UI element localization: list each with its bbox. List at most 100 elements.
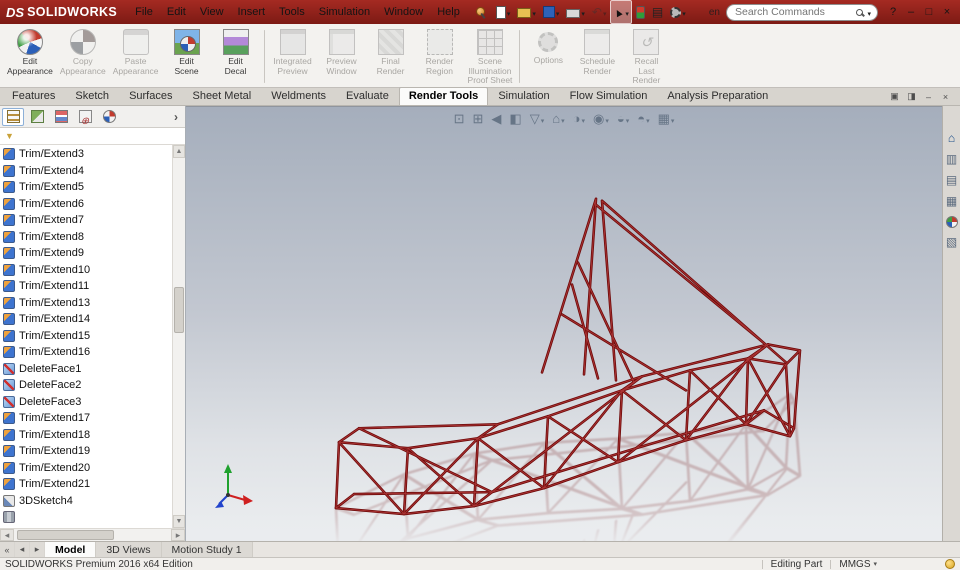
apply-scene-icon[interactable]: ◓ xyxy=(637,110,649,128)
search-input[interactable] xyxy=(733,5,854,19)
commandmanager-tab[interactable]: Simulation xyxy=(488,87,559,105)
open-button[interactable] xyxy=(514,0,539,24)
commandmanager-tab[interactable]: Evaluate xyxy=(336,87,399,105)
display-pane-button[interactable]: ◨ xyxy=(905,91,918,102)
print-button[interactable] xyxy=(563,0,588,24)
menu-item[interactable]: View xyxy=(193,3,231,21)
configurationmanager-tab[interactable] xyxy=(50,108,72,126)
feature-tree-item[interactable]: Trim/Extend10 xyxy=(3,262,172,279)
dropdown-arrow-icon[interactable] xyxy=(532,3,536,21)
ribbon-button[interactable] xyxy=(519,30,521,83)
scroll-thumb[interactable] xyxy=(17,530,115,540)
feature-tree-item[interactable]: Trim/Extend6 xyxy=(3,196,172,213)
tree-horizontal-scrollbar[interactable] xyxy=(0,528,185,541)
close-pane-button[interactable]: × xyxy=(939,92,952,102)
commandmanager-tab[interactable]: Render Tools xyxy=(398,87,489,105)
feature-tree-item[interactable]: DeleteFace1 xyxy=(3,361,172,378)
menu-item[interactable]: Simulation xyxy=(312,3,377,21)
search-commands-box[interactable] xyxy=(726,3,878,21)
tree-vertical-scrollbar[interactable] xyxy=(172,145,185,528)
expand-pane-button[interactable]: ▣ xyxy=(888,91,901,102)
save-button[interactable] xyxy=(540,0,563,24)
search-icon[interactable] xyxy=(856,8,864,16)
dropdown-arrow-icon[interactable] xyxy=(682,3,686,21)
menu-item[interactable]: File xyxy=(128,3,160,21)
menu-item[interactable]: Tools xyxy=(272,3,312,21)
scroll-down-arrow[interactable] xyxy=(173,515,185,528)
zoom-area-icon[interactable]: ⊞ xyxy=(473,111,484,127)
custom-properties-icon[interactable]: ▧ xyxy=(946,236,957,249)
feature-tree-item[interactable]: Trim/Extend7 xyxy=(3,212,172,229)
ribbon-button[interactable]: Final Render xyxy=(367,26,415,87)
scroll-thumb[interactable] xyxy=(174,286,184,333)
feature-tree-item[interactable]: Trim/Extend18 xyxy=(3,427,172,444)
feature-tree-item[interactable] xyxy=(3,509,172,526)
commandmanager-tab[interactable]: Features xyxy=(2,87,65,105)
feature-tree-item[interactable]: DeleteFace2 xyxy=(3,377,172,394)
display-style-icon[interactable]: ◑ xyxy=(573,110,585,128)
commandmanager-tab[interactable]: Surfaces xyxy=(119,87,182,105)
section-view-icon[interactable]: ◧ xyxy=(509,111,521,127)
edit-appearance-icon[interactable]: ◒ xyxy=(617,110,629,128)
quick-tips-icon[interactable] xyxy=(945,559,955,569)
prev-tab-button[interactable]: ◂ xyxy=(15,542,30,557)
zoom-fit-icon[interactable]: ⊡ xyxy=(454,111,465,127)
design-library-icon[interactable]: ▥ xyxy=(946,153,957,166)
document-tab[interactable]: Model xyxy=(45,542,97,557)
feature-tree-item[interactable]: Trim/Extend17 xyxy=(3,410,172,427)
ribbon-button[interactable]: Scene Illumination Proof Sheet xyxy=(465,26,516,87)
minimize-pane-button[interactable]: – xyxy=(922,92,935,102)
ribbon-button[interactable]: Integrated Preview xyxy=(269,26,317,87)
dimxpert-tab[interactable] xyxy=(74,108,96,126)
dropdown-arrow-icon[interactable] xyxy=(507,3,511,21)
feature-tree-item[interactable]: Trim/Extend15 xyxy=(3,328,172,345)
view-settings-icon[interactable]: ▦ xyxy=(658,110,675,128)
units-selector[interactable]: MMGS ▾ xyxy=(839,559,877,570)
feature-tree-item[interactable]: Trim/Extend9 xyxy=(3,245,172,262)
dropdown-arrow-icon[interactable] xyxy=(581,3,585,21)
scroll-left-arrow[interactable] xyxy=(0,529,14,541)
dropdown-arrow-icon[interactable] xyxy=(625,3,629,21)
document-tab[interactable]: 3D Views xyxy=(96,542,162,557)
ribbon-button[interactable]: Edit Decal xyxy=(212,26,260,87)
panel-flyout-arrow[interactable]: › xyxy=(169,110,183,124)
ribbon-button[interactable]: Options xyxy=(524,26,572,87)
ribbon-button[interactable]: Edit Scene xyxy=(163,26,211,87)
feature-tree-item[interactable]: Trim/Extend20 xyxy=(3,460,172,477)
graphics-area[interactable]: ⊡ ⊞ ◀ ◧ ▽ ▾ ⌂ ▾ ◑ ▾ ◉ ▾ ◒ ▾ ◓ ▾ ▦ ▾ xyxy=(186,106,942,541)
view-palette-icon[interactable]: ▦ xyxy=(946,195,957,208)
pin-icon[interactable] xyxy=(474,6,486,18)
feature-tree-item[interactable]: Trim/Extend5 xyxy=(3,179,172,196)
ribbon-button[interactable] xyxy=(263,30,265,83)
ribbon-button[interactable]: Edit Appearance xyxy=(4,26,56,87)
filter-funnel-icon[interactable] xyxy=(5,131,14,141)
commandmanager-tab[interactable]: Flow Simulation xyxy=(560,87,658,105)
minimize-button[interactable]: – xyxy=(902,1,920,23)
commandmanager-tab[interactable]: Weldments xyxy=(261,87,336,105)
home-icon[interactable]: ⌂ xyxy=(948,132,955,145)
ribbon-button[interactable]: Copy Appearance xyxy=(57,26,109,87)
menu-item[interactable]: Edit xyxy=(160,3,193,21)
feature-tree-item[interactable]: Trim/Extend11 xyxy=(3,278,172,295)
help-button[interactable]: ? xyxy=(884,1,902,23)
commandmanager-tab[interactable]: Analysis Preparation xyxy=(657,87,778,105)
new-document-button[interactable] xyxy=(493,0,514,24)
hide-show-items-icon[interactable]: ◉ xyxy=(593,110,609,128)
ribbon-button[interactable]: Recall Last Render xyxy=(622,26,670,87)
close-button[interactable]: × xyxy=(938,1,956,23)
feature-tree-item[interactable]: Trim/Extend4 xyxy=(3,163,172,180)
scroll-right-arrow[interactable] xyxy=(171,529,185,541)
orientation-triad[interactable] xyxy=(208,459,256,511)
menu-item[interactable]: Help xyxy=(430,3,467,21)
displaymanager-tab[interactable] xyxy=(98,108,120,126)
next-tab-button[interactable]: ▸ xyxy=(30,542,45,557)
undo-button[interactable] xyxy=(589,0,610,24)
file-explorer-icon[interactable]: ▤ xyxy=(946,174,957,187)
ribbon-button[interactable]: Paste Appearance xyxy=(110,26,162,87)
file-properties-button[interactable] xyxy=(649,0,666,24)
commandmanager-tab[interactable]: Sketch xyxy=(65,87,119,105)
feature-tree-item[interactable]: DeleteFace3 xyxy=(3,394,172,411)
ribbon-button[interactable]: Render Region xyxy=(416,26,464,87)
feature-tree-item[interactable]: Trim/Extend8 xyxy=(3,229,172,246)
dropdown-arrow-icon[interactable] xyxy=(603,3,607,21)
